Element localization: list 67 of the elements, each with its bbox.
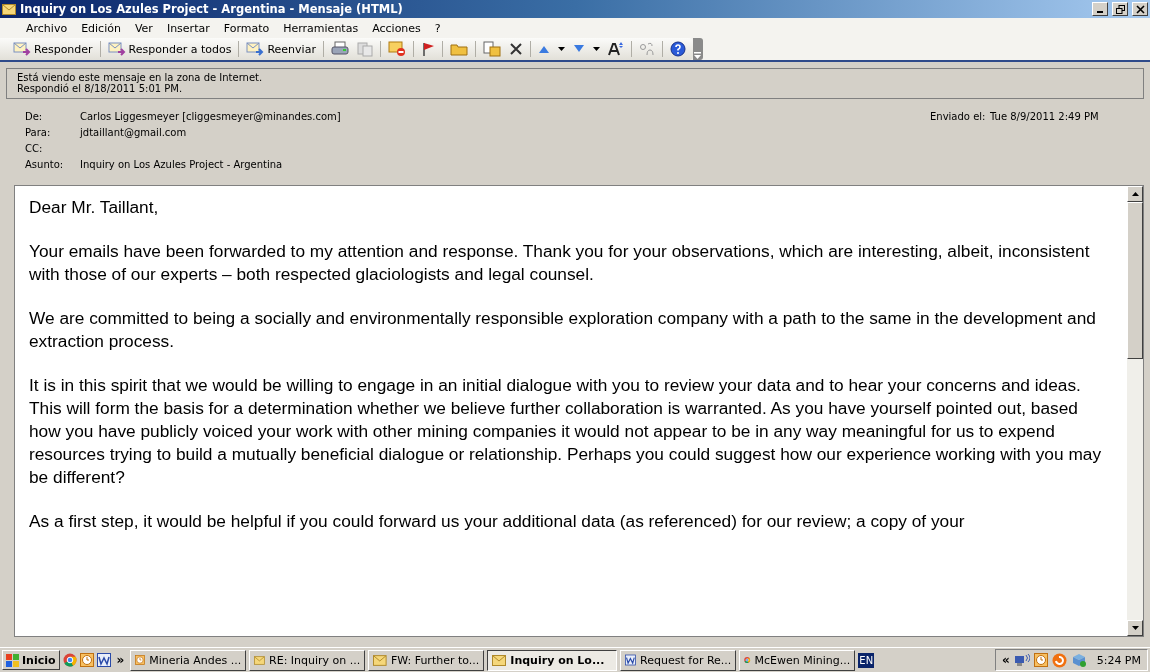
taskbar-button[interactable]: Mineria Andes ... bbox=[130, 649, 247, 671]
scrollbar-thumb[interactable] bbox=[1127, 202, 1143, 359]
chevron-icon bbox=[694, 52, 702, 60]
menu-item[interactable]: Formato bbox=[223, 21, 270, 35]
field-value: Tue 8/9/2011 2:49 PM bbox=[990, 111, 1100, 123]
envelope-icon bbox=[254, 654, 266, 666]
field-label: Para: bbox=[25, 127, 52, 139]
more-button[interactable]: » bbox=[113, 653, 128, 667]
window-title: Inquiry on Los Azules Project - Argentina - Mensaje (HTML) bbox=[20, 2, 404, 16]
taskbar-button[interactable]: FW: Further to... bbox=[368, 649, 485, 671]
menu-item[interactable]: Herramientas bbox=[283, 21, 359, 35]
envelope-icon bbox=[373, 654, 387, 666]
envelope-icon bbox=[2, 3, 16, 15]
language-indicator[interactable]: EN bbox=[858, 652, 875, 668]
taskbar-button[interactable]: Request for Re... bbox=[620, 649, 737, 671]
field-value: Carlos Liggesmeyer [cliggesmeyer@minandes.com] bbox=[80, 111, 342, 123]
down-arrow-icon bbox=[1131, 626, 1139, 630]
close-button[interactable] bbox=[1132, 2, 1148, 16]
info-text: Respondió el 8/18/2011 5:01 PM. bbox=[17, 83, 184, 94]
network-icon[interactable] bbox=[1013, 653, 1030, 667]
message-paragraph: Your emails have been forwarded to my attention and response. Thank you for your observations, which are interesting, albeit, inconsistent with those of our experts – both respected glaciologists and legal counsel. bbox=[29, 240, 1091, 286]
menu-item[interactable]: Insertar bbox=[166, 21, 210, 35]
menu-item[interactable]: ? bbox=[434, 21, 441, 35]
windows-logo bbox=[6, 653, 20, 667]
minimize-button[interactable] bbox=[1092, 2, 1108, 16]
field-value: Inquiry on Los Azules Project - Argentina bbox=[80, 159, 284, 171]
menu-item[interactable]: Acciones bbox=[372, 21, 421, 35]
message-paragraph: Dear Mr. Taillant, bbox=[29, 196, 160, 219]
toolbar-button[interactable]: Reenviar bbox=[243, 41, 319, 57]
scroll-up-button[interactable] bbox=[1127, 186, 1143, 202]
field-label: Asunto: bbox=[25, 159, 65, 171]
menu-item[interactable]: Edición bbox=[81, 21, 121, 35]
taskbar-button[interactable]: RE: Inquiry on ... bbox=[249, 649, 366, 671]
up-arrow-icon bbox=[1131, 192, 1139, 196]
reply-icon bbox=[13, 42, 31, 56]
message-paragraph: It is in this spirit that we would be willing to engage in an initial dialogue with you to review your data and to hear your concerns and ideas. This will form the basis for a determination whether we believe further collaboration is warranted. As you have yourself pointed out, based how you have publicly voiced your work with other mining companies it would not appear to be in any way meaningful for us to expend resources trying to build a mutually beneficial dialogue or relationship. Perhaps you could suggest how our experience working with you may be different? bbox=[29, 374, 1103, 489]
menu-item[interactable]: Archivo bbox=[26, 21, 68, 35]
taskbar-button[interactable]: McEwen Mining... bbox=[739, 649, 856, 671]
clock-icon[interactable] bbox=[79, 653, 94, 667]
sync-icon[interactable] bbox=[1051, 652, 1067, 668]
expand-tray-button[interactable]: « bbox=[1001, 653, 1010, 667]
toolbar-button[interactable]: Responder a todos bbox=[104, 41, 235, 57]
browser-icon[interactable] bbox=[62, 653, 77, 667]
forward-icon bbox=[246, 42, 265, 56]
info-text: Está viendo este mensaje en la zona de Internet. bbox=[17, 72, 264, 83]
reply-all-icon bbox=[107, 42, 126, 56]
start-button[interactable]: Inicio bbox=[2, 650, 60, 670]
field-label: Enviado el: bbox=[930, 111, 987, 123]
taskbar-button[interactable]: Inquiry on Lo... bbox=[487, 649, 618, 671]
close-icon bbox=[1135, 4, 1145, 14]
field-label: CC: bbox=[25, 143, 44, 155]
toolbar-options-button[interactable] bbox=[692, 38, 703, 60]
clock-text: 5:24 PM bbox=[1095, 653, 1141, 667]
field-label: De: bbox=[25, 111, 44, 123]
restore-icon bbox=[1115, 4, 1125, 14]
document-icon[interactable] bbox=[96, 653, 111, 667]
field-value: jdtaillant@gmail.com bbox=[80, 127, 188, 139]
menu-item[interactable]: Ver bbox=[134, 21, 153, 35]
clock-icon bbox=[135, 653, 146, 667]
message-paragraph: We are committed to being a socially and environmentally responsible exploration company with a path to the same in the development and extraction process. bbox=[29, 307, 1097, 353]
restore-button[interactable] bbox=[1112, 2, 1128, 16]
scroll-down-button[interactable] bbox=[1127, 620, 1143, 636]
clock-icon[interactable] bbox=[1033, 653, 1048, 667]
document-icon bbox=[625, 653, 637, 667]
envelope-icon bbox=[492, 654, 507, 666]
message-paragraph: As a first step, it would be helpful if you could forward us your additional data (as referenced) for our review; a copy of your bbox=[29, 510, 966, 533]
toolbar-button[interactable]: Responder bbox=[10, 41, 96, 57]
